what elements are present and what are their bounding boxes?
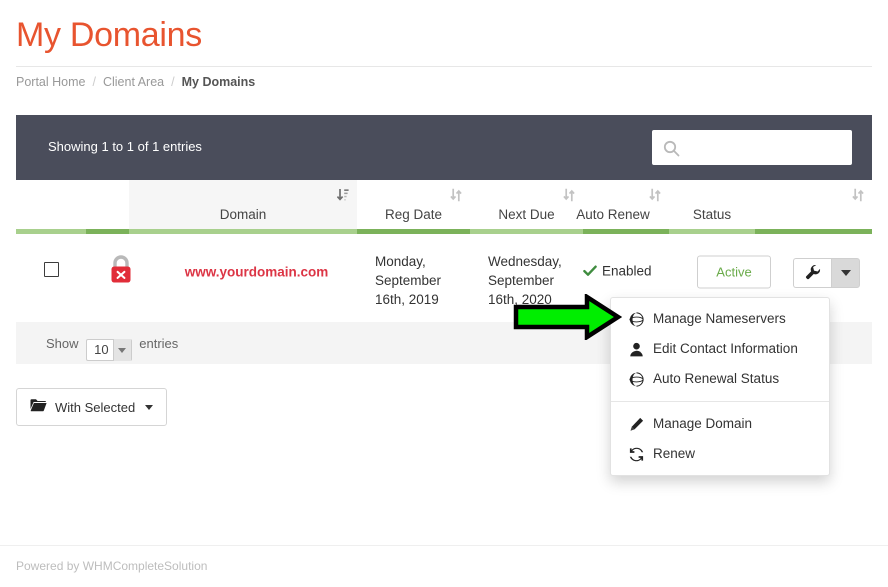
- page-length-value: 10: [94, 342, 109, 357]
- manage-button[interactable]: [793, 258, 831, 288]
- chevron-down-icon: [145, 404, 154, 410]
- search-box[interactable]: [652, 130, 852, 165]
- actions-dropdown-menu: Manage Nameservers Edit Contact Informat…: [610, 297, 830, 476]
- footer-divider: [0, 545, 888, 546]
- row-checkbox[interactable]: [43, 262, 59, 277]
- domain-link[interactable]: www.yourdomain.com: [185, 265, 329, 280]
- column-header-auto-renew-label: Auto Renew: [576, 207, 650, 222]
- status-badge[interactable]: Active: [697, 255, 771, 289]
- sort-both-icon: [450, 188, 462, 202]
- column-header-reg-date-label: Reg Date: [384, 207, 443, 222]
- column-header-status[interactable]: Status: [669, 180, 755, 229]
- red-padlock-x-icon: [106, 253, 136, 287]
- column-header-next-due-label: Next Due: [498, 207, 555, 222]
- menu-item-manage-nameservers[interactable]: Manage Nameservers: [611, 304, 829, 334]
- menu-item-manage-domain[interactable]: Manage Domain: [611, 409, 829, 439]
- column-header-actions[interactable]: [755, 180, 872, 229]
- globe-icon: [629, 311, 644, 327]
- menu-item-renew[interactable]: Renew: [611, 439, 829, 469]
- show-label: Show: [46, 336, 79, 351]
- column-header-reg-date[interactable]: Reg Date: [357, 180, 470, 229]
- annotation-arrow-icon: [512, 292, 623, 345]
- menu-item-label: Manage Nameservers: [653, 311, 786, 326]
- domains-table: Domain Reg Date Next Due Auto Renew Stat…: [16, 180, 872, 310]
- row-lock-cell: [86, 234, 156, 310]
- column-header-select: [16, 180, 129, 229]
- column-header-next-due[interactable]: Next Due: [470, 180, 583, 229]
- row-reg-date-cell: Monday, September 16th, 2019: [357, 234, 470, 310]
- menu-item-label: Manage Domain: [653, 416, 753, 431]
- page-length-select[interactable]: 10: [86, 339, 132, 361]
- breadcrumb-item-portal-home[interactable]: Portal Home: [16, 75, 85, 89]
- refresh-icon: [629, 447, 644, 462]
- folder-icon: [30, 398, 47, 416]
- column-header-domain-label: Domain: [219, 207, 267, 222]
- with-selected-button[interactable]: With Selected: [16, 388, 168, 426]
- page-title: My Domains: [16, 16, 202, 54]
- search-icon: [663, 140, 680, 157]
- table-toolbar: Showing 1 to 1 of 1 entries: [16, 115, 872, 180]
- menu-item-label: Auto Renewal Status: [653, 371, 780, 386]
- showing-entries-text: Showing 1 to 1 of 1 entries: [48, 139, 202, 154]
- menu-item-edit-contact-information[interactable]: Edit Contact Information: [611, 334, 829, 364]
- sort-both-icon: [852, 188, 864, 202]
- breadcrumb: Portal Home / Client Area / My Domains: [16, 73, 255, 91]
- column-header-status-label: Status: [692, 207, 732, 222]
- menu-item-label: Renew: [653, 446, 696, 461]
- title-divider: [16, 66, 872, 67]
- search-input[interactable]: [687, 131, 847, 164]
- row-select-cell: [16, 234, 86, 310]
- page-root: My Domains Portal Home / Client Area / My Do…: [0, 0, 888, 587]
- sort-both-icon: [649, 188, 661, 202]
- user-icon: [629, 342, 644, 357]
- wrench-icon: [805, 264, 821, 283]
- row-domain-cell: www.yourdomain.com: [156, 234, 357, 310]
- check-icon: [583, 264, 597, 283]
- menu-item-auto-renewal-status[interactable]: Auto Renewal Status: [611, 364, 829, 394]
- chevron-down-icon: [112, 339, 131, 361]
- page-length-control: Show 10 entries: [46, 334, 178, 361]
- column-header-auto-renew[interactable]: Auto Renew: [576, 180, 669, 229]
- row-action-button-group: [793, 258, 860, 288]
- powered-by-text: Powered by WHMCompleteSolution: [16, 559, 208, 573]
- row-reg-date: Monday, September 16th, 2019: [375, 254, 442, 307]
- auto-renew-label: Enabled: [602, 263, 652, 279]
- globe-icon: [629, 371, 644, 387]
- menu-item-label: Edit Contact Information: [653, 341, 798, 356]
- sort-both-icon: [563, 188, 575, 202]
- breadcrumb-item-my-domains: My Domains: [181, 75, 256, 89]
- chevron-down-icon: [840, 270, 851, 276]
- breadcrumb-separator: /: [92, 75, 96, 89]
- menu-divider: [611, 401, 829, 402]
- with-selected-label: With Selected: [55, 399, 136, 415]
- actions-dropdown-toggle[interactable]: [831, 258, 860, 288]
- breadcrumb-item-client-area[interactable]: Client Area: [103, 75, 164, 89]
- auto-renew-status: Enabled: [583, 264, 652, 279]
- column-header-domain[interactable]: Domain: [129, 180, 357, 229]
- entries-label: entries: [139, 336, 179, 351]
- pencil-icon: [629, 417, 644, 432]
- breadcrumb-separator: /: [171, 75, 175, 89]
- sort-ascending-icon: [336, 188, 349, 202]
- table-header-row: Domain Reg Date Next Due Auto Renew Stat…: [16, 180, 872, 229]
